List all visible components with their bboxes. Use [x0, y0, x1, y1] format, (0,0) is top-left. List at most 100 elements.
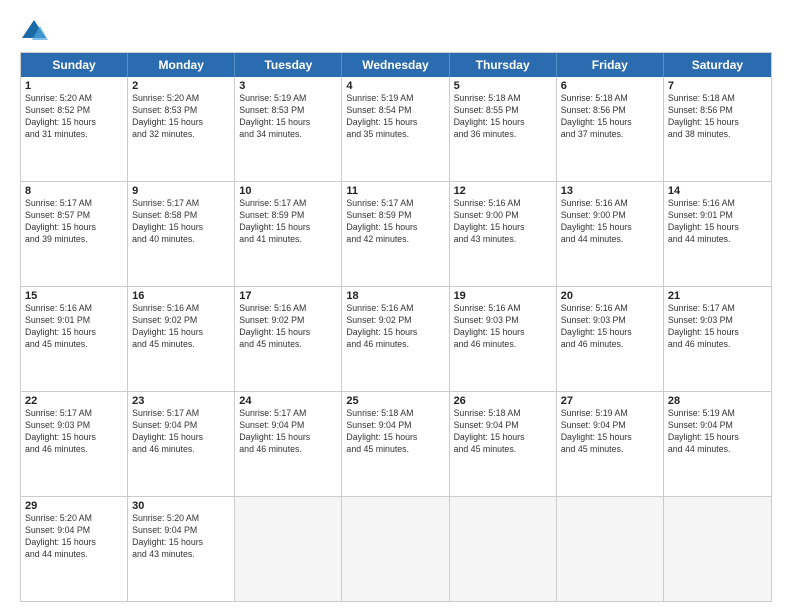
- day-info-19: Sunrise: 5:16 AM Sunset: 9:03 PM Dayligh…: [454, 303, 552, 351]
- empty-cell: [664, 497, 771, 601]
- day-cell-10: 10Sunrise: 5:17 AM Sunset: 8:59 PM Dayli…: [235, 182, 342, 286]
- day-info-29: Sunrise: 5:20 AM Sunset: 9:04 PM Dayligh…: [25, 513, 123, 561]
- weekday-header-wednesday: Wednesday: [342, 53, 449, 77]
- day-info-5: Sunrise: 5:18 AM Sunset: 8:55 PM Dayligh…: [454, 93, 552, 141]
- day-number-25: 25: [346, 395, 444, 407]
- day-number-19: 19: [454, 290, 552, 302]
- header: [20, 16, 772, 44]
- weekday-header-tuesday: Tuesday: [235, 53, 342, 77]
- day-cell-30: 30Sunrise: 5:20 AM Sunset: 9:04 PM Dayli…: [128, 497, 235, 601]
- day-number-15: 15: [25, 290, 123, 302]
- calendar-row-1: 8Sunrise: 5:17 AM Sunset: 8:57 PM Daylig…: [21, 182, 771, 287]
- day-info-14: Sunrise: 5:16 AM Sunset: 9:01 PM Dayligh…: [668, 198, 767, 246]
- day-info-20: Sunrise: 5:16 AM Sunset: 9:03 PM Dayligh…: [561, 303, 659, 351]
- day-cell-11: 11Sunrise: 5:17 AM Sunset: 8:59 PM Dayli…: [342, 182, 449, 286]
- day-cell-5: 5Sunrise: 5:18 AM Sunset: 8:55 PM Daylig…: [450, 77, 557, 181]
- weekday-header-sunday: Sunday: [21, 53, 128, 77]
- day-info-16: Sunrise: 5:16 AM Sunset: 9:02 PM Dayligh…: [132, 303, 230, 351]
- day-cell-13: 13Sunrise: 5:16 AM Sunset: 9:00 PM Dayli…: [557, 182, 664, 286]
- calendar-row-0: 1Sunrise: 5:20 AM Sunset: 8:52 PM Daylig…: [21, 77, 771, 182]
- day-number-28: 28: [668, 395, 767, 407]
- day-info-26: Sunrise: 5:18 AM Sunset: 9:04 PM Dayligh…: [454, 408, 552, 456]
- day-info-12: Sunrise: 5:16 AM Sunset: 9:00 PM Dayligh…: [454, 198, 552, 246]
- day-info-27: Sunrise: 5:19 AM Sunset: 9:04 PM Dayligh…: [561, 408, 659, 456]
- weekday-header-saturday: Saturday: [664, 53, 771, 77]
- day-info-17: Sunrise: 5:16 AM Sunset: 9:02 PM Dayligh…: [239, 303, 337, 351]
- day-number-8: 8: [25, 185, 123, 197]
- day-cell-2: 2Sunrise: 5:20 AM Sunset: 8:53 PM Daylig…: [128, 77, 235, 181]
- day-number-23: 23: [132, 395, 230, 407]
- calendar-row-4: 29Sunrise: 5:20 AM Sunset: 9:04 PM Dayli…: [21, 497, 771, 601]
- day-info-25: Sunrise: 5:18 AM Sunset: 9:04 PM Dayligh…: [346, 408, 444, 456]
- day-cell-20: 20Sunrise: 5:16 AM Sunset: 9:03 PM Dayli…: [557, 287, 664, 391]
- logo: [20, 16, 52, 44]
- day-number-21: 21: [668, 290, 767, 302]
- calendar-row-3: 22Sunrise: 5:17 AM Sunset: 9:03 PM Dayli…: [21, 392, 771, 497]
- weekday-header-thursday: Thursday: [450, 53, 557, 77]
- day-number-6: 6: [561, 80, 659, 92]
- day-info-13: Sunrise: 5:16 AM Sunset: 9:00 PM Dayligh…: [561, 198, 659, 246]
- day-cell-21: 21Sunrise: 5:17 AM Sunset: 9:03 PM Dayli…: [664, 287, 771, 391]
- day-cell-17: 17Sunrise: 5:16 AM Sunset: 9:02 PM Dayli…: [235, 287, 342, 391]
- day-cell-6: 6Sunrise: 5:18 AM Sunset: 8:56 PM Daylig…: [557, 77, 664, 181]
- day-number-22: 22: [25, 395, 123, 407]
- day-info-6: Sunrise: 5:18 AM Sunset: 8:56 PM Dayligh…: [561, 93, 659, 141]
- day-cell-19: 19Sunrise: 5:16 AM Sunset: 9:03 PM Dayli…: [450, 287, 557, 391]
- day-info-11: Sunrise: 5:17 AM Sunset: 8:59 PM Dayligh…: [346, 198, 444, 246]
- logo-icon: [20, 16, 48, 44]
- day-number-14: 14: [668, 185, 767, 197]
- day-cell-22: 22Sunrise: 5:17 AM Sunset: 9:03 PM Dayli…: [21, 392, 128, 496]
- day-info-3: Sunrise: 5:19 AM Sunset: 8:53 PM Dayligh…: [239, 93, 337, 141]
- day-info-2: Sunrise: 5:20 AM Sunset: 8:53 PM Dayligh…: [132, 93, 230, 141]
- day-number-16: 16: [132, 290, 230, 302]
- day-cell-3: 3Sunrise: 5:19 AM Sunset: 8:53 PM Daylig…: [235, 77, 342, 181]
- calendar: SundayMondayTuesdayWednesdayThursdayFrid…: [20, 52, 772, 602]
- day-number-5: 5: [454, 80, 552, 92]
- day-number-24: 24: [239, 395, 337, 407]
- day-cell-7: 7Sunrise: 5:18 AM Sunset: 8:56 PM Daylig…: [664, 77, 771, 181]
- day-number-1: 1: [25, 80, 123, 92]
- day-number-30: 30: [132, 500, 230, 512]
- day-cell-4: 4Sunrise: 5:19 AM Sunset: 8:54 PM Daylig…: [342, 77, 449, 181]
- empty-cell: [235, 497, 342, 601]
- day-number-7: 7: [668, 80, 767, 92]
- day-cell-12: 12Sunrise: 5:16 AM Sunset: 9:00 PM Dayli…: [450, 182, 557, 286]
- day-number-29: 29: [25, 500, 123, 512]
- day-number-26: 26: [454, 395, 552, 407]
- page: SundayMondayTuesdayWednesdayThursdayFrid…: [0, 0, 792, 612]
- day-number-18: 18: [346, 290, 444, 302]
- day-number-3: 3: [239, 80, 337, 92]
- day-cell-24: 24Sunrise: 5:17 AM Sunset: 9:04 PM Dayli…: [235, 392, 342, 496]
- day-cell-26: 26Sunrise: 5:18 AM Sunset: 9:04 PM Dayli…: [450, 392, 557, 496]
- day-info-9: Sunrise: 5:17 AM Sunset: 8:58 PM Dayligh…: [132, 198, 230, 246]
- calendar-body: 1Sunrise: 5:20 AM Sunset: 8:52 PM Daylig…: [21, 77, 771, 601]
- day-cell-8: 8Sunrise: 5:17 AM Sunset: 8:57 PM Daylig…: [21, 182, 128, 286]
- day-cell-1: 1Sunrise: 5:20 AM Sunset: 8:52 PM Daylig…: [21, 77, 128, 181]
- day-cell-15: 15Sunrise: 5:16 AM Sunset: 9:01 PM Dayli…: [21, 287, 128, 391]
- day-info-1: Sunrise: 5:20 AM Sunset: 8:52 PM Dayligh…: [25, 93, 123, 141]
- day-info-8: Sunrise: 5:17 AM Sunset: 8:57 PM Dayligh…: [25, 198, 123, 246]
- day-info-7: Sunrise: 5:18 AM Sunset: 8:56 PM Dayligh…: [668, 93, 767, 141]
- day-number-10: 10: [239, 185, 337, 197]
- day-number-27: 27: [561, 395, 659, 407]
- calendar-row-2: 15Sunrise: 5:16 AM Sunset: 9:01 PM Dayli…: [21, 287, 771, 392]
- day-number-20: 20: [561, 290, 659, 302]
- day-cell-18: 18Sunrise: 5:16 AM Sunset: 9:02 PM Dayli…: [342, 287, 449, 391]
- day-cell-25: 25Sunrise: 5:18 AM Sunset: 9:04 PM Dayli…: [342, 392, 449, 496]
- day-number-12: 12: [454, 185, 552, 197]
- day-number-13: 13: [561, 185, 659, 197]
- day-cell-16: 16Sunrise: 5:16 AM Sunset: 9:02 PM Dayli…: [128, 287, 235, 391]
- day-number-9: 9: [132, 185, 230, 197]
- day-number-11: 11: [346, 185, 444, 197]
- day-info-10: Sunrise: 5:17 AM Sunset: 8:59 PM Dayligh…: [239, 198, 337, 246]
- day-info-15: Sunrise: 5:16 AM Sunset: 9:01 PM Dayligh…: [25, 303, 123, 351]
- day-info-4: Sunrise: 5:19 AM Sunset: 8:54 PM Dayligh…: [346, 93, 444, 141]
- day-info-28: Sunrise: 5:19 AM Sunset: 9:04 PM Dayligh…: [668, 408, 767, 456]
- weekday-header-monday: Monday: [128, 53, 235, 77]
- day-number-17: 17: [239, 290, 337, 302]
- day-number-4: 4: [346, 80, 444, 92]
- calendar-header: SundayMondayTuesdayWednesdayThursdayFrid…: [21, 53, 771, 77]
- day-cell-28: 28Sunrise: 5:19 AM Sunset: 9:04 PM Dayli…: [664, 392, 771, 496]
- empty-cell: [342, 497, 449, 601]
- day-number-2: 2: [132, 80, 230, 92]
